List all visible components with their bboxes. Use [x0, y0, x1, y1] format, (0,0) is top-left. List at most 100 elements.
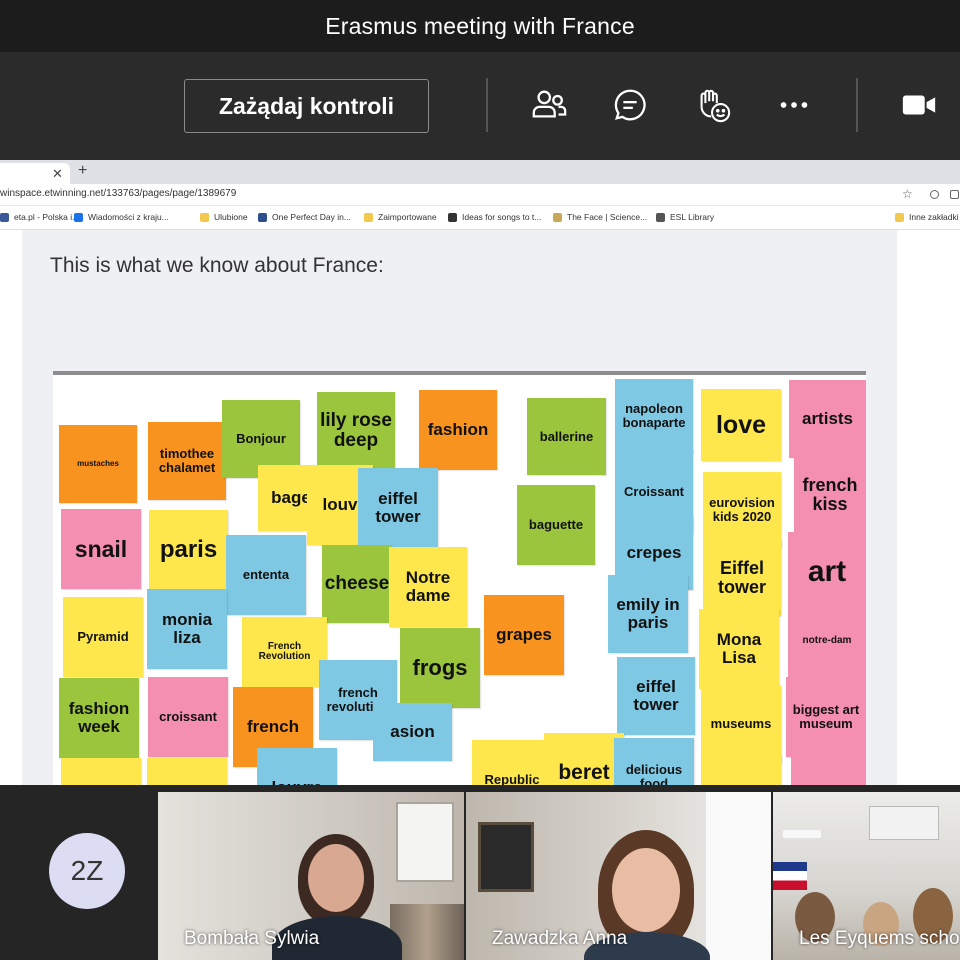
request-control-button[interactable]: Zażądaj kontroli	[184, 79, 429, 133]
picture-frame-shape	[478, 822, 534, 892]
window-shape	[706, 792, 771, 960]
participants-icon[interactable]	[528, 84, 570, 126]
sticky-note: baguette	[517, 485, 595, 565]
browser-tab-strip: ✕ +	[0, 160, 960, 184]
bookmark-icon	[364, 212, 373, 222]
page-heading: This is what we know about France:	[50, 254, 384, 277]
window-shape	[396, 802, 454, 882]
url-text: winspace.etwinning.net/133763/pages/page…	[0, 188, 237, 199]
meeting-toolbar: Zażądaj kontroli	[0, 52, 960, 160]
video-tile-zawadzka-anna[interactable]: Zawadzka Anna	[466, 792, 771, 960]
sticky-note: baguette	[701, 755, 781, 785]
sticky-note: French Revolution	[242, 617, 327, 687]
bookmark-label: eta.pl - Polska i...	[14, 212, 80, 222]
sticky-note: fashion	[419, 390, 497, 470]
sticky-note: cheese	[322, 545, 392, 623]
sticky-note: eurovision kids 2020	[703, 472, 781, 547]
toolbar-divider	[486, 78, 488, 132]
sticky-note: Pyramid	[63, 597, 143, 677]
bookmark-item[interactable]: Ulubione	[200, 212, 248, 222]
raise-hand-reactions-icon[interactable]	[692, 84, 734, 126]
new-tab-icon[interactable]: +	[78, 162, 87, 180]
participant-avatar[interactable]: 2Z	[49, 833, 125, 909]
sticky-note: ballerine	[527, 398, 606, 475]
extension-icon[interactable]	[930, 190, 939, 199]
sticky-note: museums	[701, 685, 781, 763]
sticky-note: fashion week	[59, 678, 139, 758]
participant-name: Les Eyquems scho	[799, 928, 960, 949]
sticky-note: love	[701, 389, 781, 461]
participants-strip: 2Z Bombała Sylwia Zawadzka Anna Les Eyqu…	[0, 785, 960, 960]
sticky-note: monia liza	[147, 589, 227, 669]
participant-name: Zawadzka Anna	[492, 928, 628, 949]
camera-icon[interactable]	[898, 84, 940, 126]
sticky-note: grapes	[484, 595, 564, 675]
sticky-note: Louvre	[147, 758, 227, 785]
bookmark-label: Zaimportowane	[378, 212, 437, 222]
sticky-note: Mona Lisa	[699, 609, 779, 689]
bookmark-icon	[895, 212, 904, 222]
bookmark-item[interactable]: The Face | Science...	[553, 212, 647, 222]
chat-icon[interactable]	[609, 84, 651, 126]
toolbar-divider	[856, 78, 858, 132]
sticky-note: eiffel tower	[358, 468, 438, 548]
close-tab-icon[interactable]: ✕	[52, 166, 63, 182]
bookmark-label: Ideas for songs to t...	[462, 212, 542, 222]
more-options-icon[interactable]	[773, 84, 815, 126]
sticky-note: beret	[544, 733, 624, 785]
sticky-note: croissant	[148, 677, 228, 757]
shared-screen: ✕ + winspace.etwinning.net/133763/pages/…	[0, 160, 960, 785]
participant-name: Bombała Sylwia	[184, 928, 320, 949]
sticky-note: wine	[61, 758, 141, 785]
sticky-note: ententa	[226, 535, 306, 615]
sticky-note: Notre dame	[389, 547, 467, 627]
bookmark-label: One Perfect Day in...	[272, 212, 351, 222]
sticky-note: emily in paris	[608, 575, 688, 653]
browser-tab[interactable]: ✕	[0, 163, 70, 184]
bookmark-item[interactable]: Zaimportowane	[364, 212, 437, 222]
video-tile-les-eyquems-school[interactable]: Les Eyquems scho	[773, 792, 960, 960]
sticky-note: asion	[373, 703, 452, 761]
sticky-note: snail	[61, 509, 141, 589]
sticky-note: napoleon bonaparte	[615, 379, 693, 452]
bookmark-star-icon[interactable]: ☆	[902, 187, 913, 201]
sticky-note: Eiffel tower	[703, 540, 781, 616]
webpage-content: This is what we know about France: artis…	[0, 230, 960, 785]
sticky-note: lily rose deep	[317, 392, 395, 470]
sticky-note: mustaches	[59, 425, 137, 503]
bookmark-item[interactable]: ESL Library	[656, 212, 714, 222]
bookmark-item[interactable]: Wiadomości z kraju...	[74, 212, 169, 222]
sticky-note: notre-dam	[788, 602, 866, 680]
sticky-note: artists	[789, 380, 866, 458]
bookmark-icon	[448, 212, 457, 222]
person-face-shape	[612, 848, 680, 932]
sticky-note: louvre	[257, 748, 337, 785]
video-tile-bombala-sylwia[interactable]: Bombała Sylwia	[158, 792, 464, 960]
bookmark-item[interactable]: One Perfect Day in...	[258, 212, 351, 222]
extension-icon[interactable]	[950, 190, 959, 199]
bookmark-item[interactable]: Ideas for songs to t...	[448, 212, 541, 222]
sticky-note: eiffel tower	[617, 657, 695, 735]
bookmark-label: The Face | Science...	[567, 212, 648, 222]
bookmark-icon	[656, 212, 665, 222]
address-bar[interactable]: winspace.etwinning.net/133763/pages/page…	[0, 184, 960, 206]
bookmark-item[interactable]: Inne zakładki	[895, 212, 959, 222]
bookmark-item[interactable]: eta.pl - Polska i...	[0, 212, 79, 222]
meeting-title-bar: Erasmus meeting with France	[0, 0, 960, 52]
bookmark-label: Ulubione	[214, 212, 248, 222]
person-face-shape	[308, 844, 364, 912]
sticky-note: biggest art museum	[786, 677, 866, 757]
meeting-title: Erasmus meeting with France	[325, 12, 635, 39]
bookmarks-bar: eta.pl - Polska i... Wiadomości z kraju..…	[0, 207, 960, 230]
bookmark-icon	[0, 212, 9, 222]
sticky-note: art	[788, 532, 866, 612]
bookmark-label: Inne zakładki	[909, 212, 959, 222]
sticky-note: paris	[149, 510, 228, 590]
bookmark-label: Wiadomości z kraju...	[88, 212, 169, 222]
bookmark-icon	[258, 212, 267, 222]
sticky-note: frogs	[400, 628, 480, 708]
sticky-note: timothee chalamet	[148, 422, 226, 500]
bookmark-icon	[200, 212, 209, 222]
flag-shape	[773, 862, 807, 890]
sticky-note: french kiss	[794, 457, 866, 532]
